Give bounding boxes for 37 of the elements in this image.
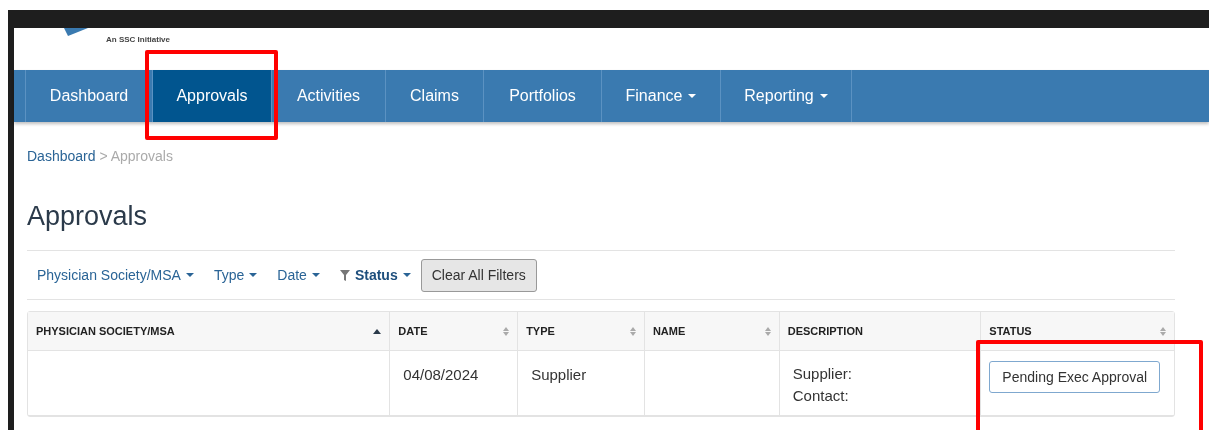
filter-dropdown[interactable]: Status <box>339 264 411 286</box>
column-header[interactable]: DATE <box>398 322 428 340</box>
breadcrumb-link[interactable]: Dashboard <box>27 148 96 164</box>
column-header[interactable]: NAME <box>652 322 686 340</box>
tagline: An SSC Initiative <box>106 34 170 46</box>
sort-icon[interactable] <box>764 326 771 336</box>
column-header[interactable]: DESCRIPTION <box>787 322 863 340</box>
sort-icon[interactable] <box>1160 326 1166 336</box>
breadcrumb-current: Approvals <box>110 148 173 164</box>
nav-tab[interactable]: Finance <box>602 70 721 122</box>
sort-icon[interactable] <box>629 326 636 336</box>
caret-icon <box>402 273 411 277</box>
table-cell: Supplier <box>531 366 587 383</box>
nav-tab[interactable]: Claims <box>386 70 484 122</box>
column-header[interactable]: TYPE <box>526 322 555 340</box>
sort-ascending-icon[interactable] <box>373 328 382 334</box>
caret-icon <box>185 273 194 277</box>
caret-icon <box>311 273 320 277</box>
nav-tab[interactable]: Reporting <box>721 70 852 122</box>
filter-dropdown[interactable]: Physician Society/MSA <box>37 264 194 286</box>
filter-dropdown[interactable]: Date <box>277 264 320 286</box>
caret-icon <box>249 273 258 277</box>
status-button[interactable]: Pending Exec Approval <box>989 361 1161 393</box>
column-header[interactable]: STATUS <box>989 322 1032 340</box>
column-header[interactable]: PHYSICIAN SOCIETY/MSA <box>36 322 175 340</box>
cell-text: Supplier: <box>792 364 853 384</box>
page-title: Approvals <box>27 200 149 233</box>
table-cell: 04/08/2024 <box>403 366 479 383</box>
filter-icon <box>339 269 350 281</box>
cell-text: Contact: <box>792 386 850 406</box>
nav-tab[interactable]: Approvals <box>153 70 272 122</box>
filter-dropdown[interactable]: Type <box>213 264 258 286</box>
breadcrumb-separator: > <box>99 148 108 164</box>
clear-filters-button[interactable]: Clear All Filters <box>420 258 537 292</box>
sort-icon[interactable] <box>503 326 510 336</box>
nav-tab[interactable]: Portfolios <box>484 70 602 122</box>
nav-tab[interactable]: Activities <box>272 70 386 122</box>
